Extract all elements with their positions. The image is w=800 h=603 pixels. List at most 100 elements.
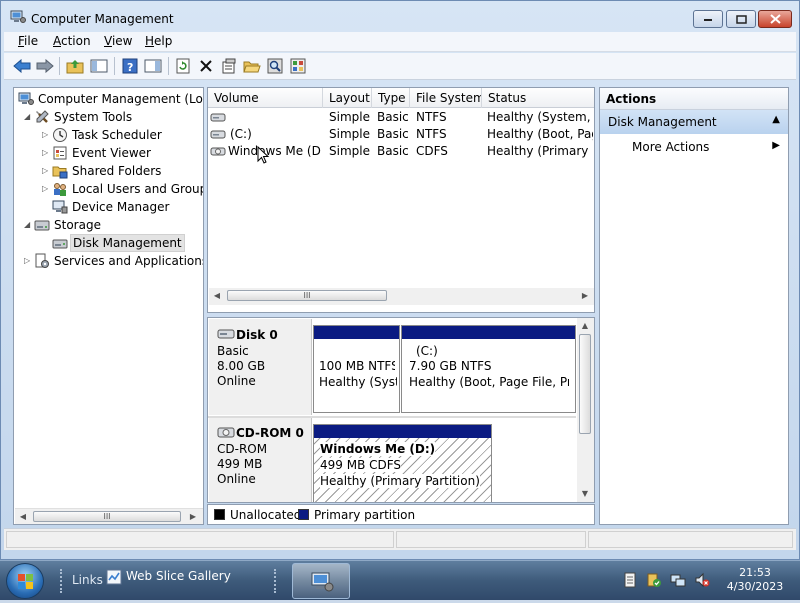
tree-label: Storage [54,218,101,232]
show-hide-action-pane-button[interactable] [143,56,163,76]
volume-list-horizontal-scrollbar[interactable]: ◀ III ▶ [209,288,594,305]
taskbar-button-computer-management[interactable] [292,563,350,599]
scrollbar-thumb[interactable]: III [33,511,181,522]
search-disk-button[interactable] [265,56,285,76]
tree-horizontal-scrollbar[interactable]: ◀ III ▶ [15,508,203,524]
tree-label: Device Manager [72,200,170,214]
tree-label: System Tools [54,110,133,124]
expand-triangle-icon[interactable]: ▷ [42,130,51,139]
disk-map[interactable]: Disk 0 Basic 8.00 GB Online 100 MB NTFS … [207,317,595,503]
toolbar-grip[interactable] [274,569,277,593]
partition-d[interactable]: Windows Me (D:) 499 MB CDFS Healthy (Pri… [313,424,492,502]
expand-triangle-icon[interactable]: ▷ [24,256,33,265]
menu-file-label: ile [24,34,39,48]
scrollbar-thumb[interactable] [579,334,591,434]
disk-label-disk0[interactable]: Disk 0 Basic 8.00 GB Online [209,319,312,415]
column-header-volume[interactable]: Volume [208,88,323,108]
scroll-right-arrow-icon[interactable]: ▶ [577,288,593,304]
maximize-button[interactable] [726,10,756,28]
scroll-grip: III [103,512,111,521]
menu-help-label: elp [154,34,173,48]
start-button[interactable] [6,563,44,599]
column-header-file-system[interactable]: File System [410,88,482,108]
actions-title: Actions [600,88,788,110]
title-bar[interactable]: Computer Management [1,1,799,31]
disk-properties-button[interactable] [288,56,308,76]
partition-status: Healthy (Primary Partition) [320,474,480,488]
status-segment [588,531,793,548]
tray-network-icon[interactable] [670,572,686,588]
show-hide-console-tree-button[interactable] [89,56,109,76]
toolbar: ? [4,53,796,80]
volume-list-header: Volume Layout Type File System Status [208,88,594,108]
scroll-down-arrow-icon[interactable]: ▼ [577,486,593,502]
disk-label-cdrom0[interactable]: CD-ROM 0 CD-ROM 499 MB Online [209,418,312,502]
volume-list[interactable]: Volume Layout Type File System Status Si… [207,87,595,313]
menu-action-accel: A [53,34,61,48]
window-title: Computer Management [31,12,174,26]
partition-primary-bar [402,326,575,339]
tray-volume-muted-icon[interactable] [694,572,710,588]
menu-action[interactable]: Action [53,34,91,48]
cell-type: Basic [377,127,409,141]
close-button[interactable] [758,10,792,28]
collapse-triangle-icon[interactable]: ◢ [24,112,33,121]
disk-size: 8.00 GB [217,359,266,373]
cell-type: Basic [377,110,409,124]
properties-button[interactable] [219,56,239,76]
scroll-up-arrow-icon[interactable]: ▲ [577,318,593,334]
console-tree-icon [90,59,108,73]
up-one-level-button[interactable] [65,56,85,76]
more-actions-item[interactable]: More Actions ▶ [600,138,788,158]
disk-map-vertical-scrollbar[interactable]: ▲ ▼ [577,318,594,502]
partition-system-reserved[interactable]: 100 MB NTFS Healthy (Syste [313,325,400,413]
services-icon [35,253,49,268]
column-header-layout[interactable]: Layout [323,88,372,108]
menu-file[interactable]: File [18,34,38,48]
web-slice-gallery-link[interactable]: Web Slice Gallery [126,569,231,583]
expand-triangle-icon[interactable]: ▷ [42,166,51,175]
menu-action-label: ction [61,34,91,48]
toolbar-grip[interactable] [60,569,63,593]
menu-help[interactable]: Help [145,34,172,48]
partition-size: 499 MB CDFS [320,458,402,472]
drive-icon [210,130,226,139]
expand-triangle-icon[interactable]: ▷ [42,184,51,193]
tree-label: Disk Management [70,234,185,252]
scroll-left-arrow-icon[interactable]: ◀ [209,288,225,304]
properties-icon [222,58,236,74]
legend-label-unallocated: Unallocated [230,508,302,522]
delete-button[interactable] [196,56,216,76]
table-row[interactable]: Simple Basic NTFS Healthy (System, Ac [208,109,594,126]
menu-view[interactable]: View [104,34,132,48]
column-header-status[interactable]: Status [482,88,594,108]
back-button[interactable] [12,56,32,76]
legend-label-primary: Primary partition [314,508,416,522]
cell-file-system: NTFS [416,127,447,141]
expand-triangle-icon[interactable]: ▷ [42,148,51,157]
collapse-triangle-icon[interactable]: ◢ [24,220,33,229]
table-row[interactable]: (C:) Simple Basic NTFS Healthy (Boot, Pa… [208,126,594,143]
minimize-button[interactable] [693,10,723,28]
partition-c[interactable]: (C:) 7.90 GB NTFS Healthy (Boot, Page Fi… [401,325,576,413]
cell-status: Healthy (Primary Pa [487,144,593,158]
tray-document-icon[interactable] [622,572,638,588]
taskbar-clock[interactable]: 21:53 4/30/2023 [720,566,790,594]
computer-management-icon [18,92,34,105]
taskbar: Links Web Slice Gallery 21:53 4/30/2023 [0,560,800,600]
scroll-right-arrow-icon[interactable]: ▶ [185,509,201,524]
cd-drive-icon [217,427,235,438]
help-button[interactable]: ? [120,56,140,76]
actions-section-disk-management[interactable]: Disk Management ▲ [600,110,788,134]
scroll-left-arrow-icon[interactable]: ◀ [15,509,31,524]
forward-button[interactable] [35,56,55,76]
links-toolbar-label[interactable]: Links [72,573,103,587]
tray-action-center-icon[interactable] [646,572,662,588]
refresh-button[interactable] [173,56,193,76]
action-pane-icon [144,59,162,73]
console-tree[interactable]: Computer Management (Local ◢ System Tool… [13,87,204,525]
column-header-type[interactable]: Type [372,88,410,108]
open-button[interactable] [242,56,262,76]
scrollbar-thumb[interactable]: III [227,290,387,301]
collapse-up-icon[interactable]: ▲ [772,114,780,125]
